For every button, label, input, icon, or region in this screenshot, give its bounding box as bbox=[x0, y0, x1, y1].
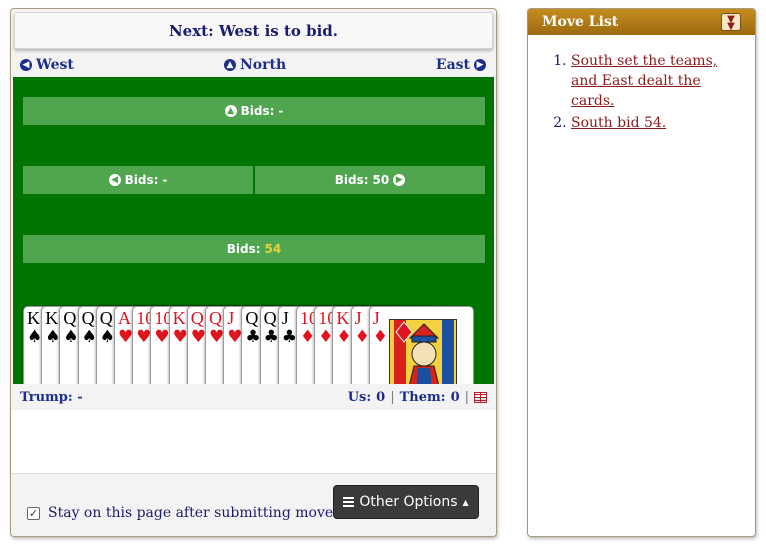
move-list-panel: Move List ▼▼ South set the teams, and Ea… bbox=[527, 8, 756, 537]
playing-card[interactable]: J ♦ bbox=[368, 306, 474, 384]
stay-on-page-option[interactable]: ✓ Stay on this page after submitting mov… bbox=[27, 505, 338, 521]
south-bid-bar: Bids: 54 bbox=[23, 235, 485, 263]
card-suit-icon: ♣ bbox=[263, 327, 279, 347]
trump-info: Trump: - bbox=[20, 390, 83, 405]
arrow-up-circle-icon: ▲ bbox=[224, 105, 237, 117]
collapse-panel-icon[interactable]: ▼ ▼ bbox=[721, 13, 741, 32]
east-bid-bar: Bids: 50 ▶ bbox=[255, 166, 485, 194]
us-label: Us: bbox=[347, 390, 372, 405]
card-table: ▲ Bids: - ◀ Bids: - Bids: 50 ▶ Bids: 54 … bbox=[13, 77, 494, 384]
east-bid-value: 50 bbox=[372, 173, 390, 187]
them-label: Them: bbox=[399, 390, 446, 405]
move-list-item: South bid 54. bbox=[571, 113, 741, 133]
arrow-right-circle-icon: ▶ bbox=[393, 174, 406, 186]
north-bid-bar: ▲ Bids: - bbox=[23, 97, 485, 125]
seat-west-label: West bbox=[36, 57, 74, 73]
card-suit-icon: ♥ bbox=[209, 327, 225, 347]
card-suit-icon: ♥ bbox=[190, 327, 207, 347]
jack-face-art bbox=[388, 319, 457, 384]
card-rank: J bbox=[354, 308, 362, 328]
seat-north-label: North bbox=[240, 57, 287, 73]
card-suit-icon: ♥ bbox=[136, 327, 152, 347]
caret-up-icon: ▲ bbox=[462, 497, 469, 507]
message-area bbox=[11, 410, 496, 473]
move-list: South set the teams, and East dealt the … bbox=[571, 51, 741, 133]
move-link[interactable]: South bid 54. bbox=[571, 115, 666, 131]
card-suit-icon: ♠ bbox=[63, 327, 79, 347]
seat-west-link[interactable]: ◀ West bbox=[20, 57, 74, 73]
arrow-right-circle-icon: ▶ bbox=[474, 59, 486, 71]
score-info: Us: 0 | Them: 0 | bbox=[348, 390, 487, 405]
card-rank: Q bbox=[263, 308, 277, 328]
card-suit-icon: ♦ bbox=[336, 327, 352, 347]
turn-status: Next: West is to bid. bbox=[14, 12, 493, 49]
score-bar: Trump: - Us: 0 | Them: 0 | bbox=[11, 386, 496, 410]
trump-value: - bbox=[77, 390, 83, 405]
compass-bar: ◀ West ▲ North East ▶ bbox=[11, 55, 496, 77]
card-suit-icon: ♥ bbox=[118, 327, 134, 347]
game-panel: Next: West is to bid. ◀ West ▲ North Eas… bbox=[10, 8, 497, 537]
card-rank: K bbox=[45, 308, 59, 328]
arrow-left-circle-icon: ◀ bbox=[108, 174, 121, 186]
card-suit-icon: ♦ bbox=[300, 327, 316, 347]
card-rank: Q bbox=[99, 308, 113, 328]
card-suit-icon: ♣ bbox=[245, 327, 261, 347]
card-rank: J bbox=[227, 308, 235, 328]
player-hand: K ♠ K ♠ Q ♠ Q ♠ Q ♠ A ♥ 10 ♥ 10 ♥ K ♥ Q ♥ Q ♥ J ♥ Q ♣ Q ♣ J ♣ 10 ♦ 10 ♦ K ♦… bbox=[23, 306, 493, 384]
card-suit-icon: ♥ bbox=[227, 327, 243, 347]
menu-icon bbox=[343, 497, 355, 507]
trump-label: Trump: bbox=[20, 390, 73, 405]
north-bid-label: Bids: bbox=[240, 104, 275, 118]
card-rank: Q bbox=[190, 308, 204, 328]
card-rank: Q bbox=[81, 308, 95, 328]
card-suit-icon: ♠ bbox=[99, 327, 116, 347]
us-score: 0 bbox=[376, 390, 386, 405]
card-rank: Q bbox=[245, 308, 259, 328]
west-bid-bar: ◀ Bids: - bbox=[23, 166, 253, 194]
stay-on-page-label: Stay on this page after submitting move. bbox=[48, 505, 338, 521]
arrow-left-circle-icon: ◀ bbox=[20, 59, 32, 71]
score-separator: | bbox=[464, 390, 469, 405]
score-separator: | bbox=[390, 390, 395, 405]
card-suit-icon: ♠ bbox=[27, 327, 43, 347]
card-rank: J bbox=[281, 308, 289, 328]
east-bid-label: Bids: bbox=[334, 173, 369, 187]
card-rank: K bbox=[172, 308, 186, 328]
action-footer: ✓ Stay on this page after submitting mov… bbox=[11, 473, 496, 536]
west-bid-value: - bbox=[162, 173, 168, 187]
seat-east-label: East bbox=[435, 57, 470, 73]
move-list-item: South set the teams, and East dealt the … bbox=[571, 51, 741, 111]
card-rank: K bbox=[336, 308, 350, 328]
score-table-icon[interactable] bbox=[474, 392, 487, 403]
card-rank: Q bbox=[63, 308, 77, 328]
south-bid-value: 54 bbox=[264, 242, 282, 256]
seat-east-link[interactable]: East ▶ bbox=[436, 57, 486, 73]
move-list-header: Move List ▼ ▼ bbox=[528, 9, 755, 35]
stay-on-page-checkbox[interactable]: ✓ bbox=[27, 506, 40, 520]
seat-north-link[interactable]: ▲ North bbox=[224, 57, 286, 73]
west-bid-label: Bids: bbox=[124, 173, 159, 187]
other-options-label: Other Options bbox=[359, 494, 458, 510]
card-suit-icon: ♦ bbox=[372, 327, 389, 347]
card-suit-icon: ♠ bbox=[81, 327, 97, 347]
card-suit-icon: ♣ bbox=[281, 327, 298, 347]
card-rank: K bbox=[27, 308, 40, 328]
south-bid-label: Bids: bbox=[226, 242, 261, 256]
move-link[interactable]: South set the teams, and East dealt the … bbox=[571, 53, 717, 109]
card-suit-icon: ♠ bbox=[45, 327, 61, 347]
card-suit-icon: ♦ bbox=[318, 327, 334, 347]
other-options-button[interactable]: Other Options ▲ bbox=[333, 485, 479, 519]
card-rank: A bbox=[118, 308, 131, 328]
move-list-title: Move List bbox=[542, 14, 619, 30]
arrow-up-circle-icon: ▲ bbox=[224, 59, 236, 71]
card-suit-icon: ♥ bbox=[154, 327, 170, 347]
them-score: 0 bbox=[450, 390, 460, 405]
card-suit-icon: ♥ bbox=[172, 327, 188, 347]
card-rank: Q bbox=[209, 308, 222, 328]
card-rank: J bbox=[372, 308, 380, 328]
card-suit-icon: ♦ bbox=[354, 327, 370, 347]
turn-status-text: Next: West is to bid. bbox=[168, 21, 339, 40]
north-bid-value: - bbox=[278, 104, 284, 118]
